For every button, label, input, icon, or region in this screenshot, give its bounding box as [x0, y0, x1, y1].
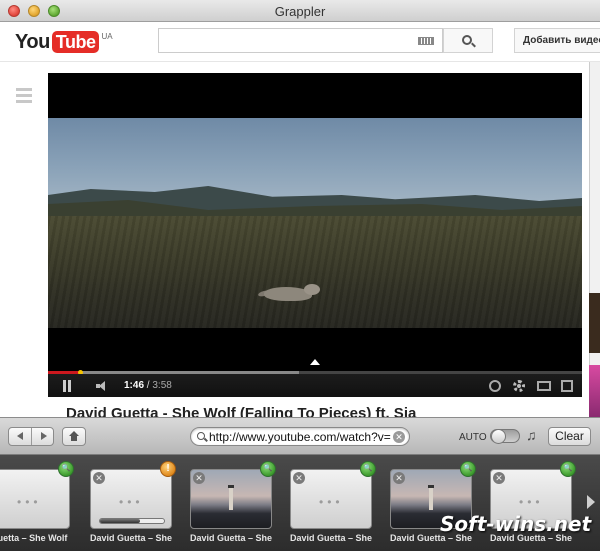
video-frame[interactable]: [48, 118, 582, 328]
forward-button[interactable]: [30, 428, 53, 445]
forward-arrow-icon: [40, 432, 47, 440]
inspect-badge-icon[interactable]: 🔍: [460, 461, 476, 477]
clear-button[interactable]: Clear: [548, 427, 591, 446]
download-item-label: David Guetta – She Wolf: [90, 533, 172, 543]
toggle-knob: [491, 429, 506, 444]
download-progress-fill: [100, 519, 140, 523]
download-item[interactable]: ••• ✕ 🔍 David Guetta – She Wolf: [290, 461, 376, 547]
download-progress-bar: [99, 518, 165, 524]
related-video-thumbnail[interactable]: [589, 365, 600, 417]
related-videos-strip: [589, 62, 600, 417]
back-button[interactable]: [9, 428, 31, 445]
clear-url-icon[interactable]: ✕: [393, 431, 405, 443]
grappler-window: Grappler You Tube UA Добавить видео 1:46…: [0, 0, 600, 551]
download-shelf: ••• 🔍 Guetta – She Wolf ••• ✕! David Guetta –…: [0, 455, 600, 551]
remove-item-icon[interactable]: ✕: [293, 472, 305, 484]
search-icon: [462, 35, 472, 45]
upload-video-button[interactable]: Добавить видео: [514, 28, 600, 53]
inspect-badge-icon[interactable]: 🔍: [58, 461, 74, 477]
history-nav: [8, 427, 54, 446]
grappler-toolbar: http://www.youtube.com/watch?v= ✕ AUTO ♫…: [0, 417, 600, 455]
download-item-label: Guetta – She Wolf: [0, 533, 68, 543]
title-bar: Grappler: [0, 0, 600, 22]
video-title: David Guetta - She Wolf (Falling To Piec…: [66, 405, 417, 417]
loading-dots-icon: •••: [119, 495, 144, 509]
download-item[interactable]: ••• ✕! David Guetta – She Wolf: [90, 461, 176, 547]
logo-tube-text: Tube: [51, 31, 100, 53]
download-item[interactable]: ••• 🔍 Guetta – She Wolf: [0, 461, 74, 547]
guide-menu-icon[interactable]: [16, 88, 32, 106]
youtube-search-input[interactable]: [158, 28, 443, 53]
related-video-thumbnail[interactable]: [589, 293, 600, 353]
loading-dots-icon: •••: [17, 495, 42, 509]
keyboard-icon[interactable]: [418, 37, 434, 45]
loading-dots-icon: •••: [319, 495, 344, 509]
theater-mode-icon[interactable]: [537, 381, 551, 391]
logo-region-text: UA: [101, 32, 113, 41]
home-icon: [69, 431, 79, 441]
seek-preview-icon: [310, 359, 320, 365]
lighthouse-thumbnail-image: [428, 485, 434, 510]
watermark: Soft-wins.net: [440, 512, 592, 536]
logo-you-text: You: [15, 30, 50, 53]
current-time: 1:46: [124, 380, 145, 391]
download-placeholder[interactable]: ••• ✕: [90, 469, 172, 529]
youtube-search-button[interactable]: [443, 28, 493, 53]
inspect-badge-icon[interactable]: 🔍: [360, 461, 376, 477]
inspect-badge-icon[interactable]: 🔍: [260, 461, 276, 477]
download-item[interactable]: ✕ 🔍 David Guetta – She Wolf: [190, 461, 276, 547]
fullscreen-icon[interactable]: [561, 380, 573, 392]
download-placeholder[interactable]: ••• ✕: [290, 469, 372, 529]
back-arrow-icon: [17, 432, 23, 440]
scroll-right-icon[interactable]: [587, 495, 595, 509]
video-wolf: [257, 283, 322, 303]
remove-item-icon[interactable]: ✕: [93, 472, 105, 484]
window-title: Grappler: [274, 4, 326, 19]
remove-item-icon[interactable]: ✕: [493, 472, 505, 484]
lighthouse-thumbnail-image: [228, 485, 234, 510]
sidebar-divider: [589, 62, 590, 417]
auto-label: AUTO: [459, 432, 487, 443]
download-item-label: David Guetta – She Wolf: [290, 533, 372, 543]
download-placeholder[interactable]: •••: [0, 469, 70, 529]
total-time: 3:58: [152, 380, 172, 391]
home-button[interactable]: [62, 427, 86, 446]
inspect-badge-icon[interactable]: 🔍: [560, 461, 576, 477]
video-player[interactable]: 1:46 / 3:58: [48, 73, 582, 397]
pause-icon[interactable]: [62, 380, 72, 392]
video-field-texture: [48, 216, 582, 328]
volume-icon[interactable]: [96, 381, 110, 391]
auto-toggle[interactable]: [490, 429, 520, 444]
url-text: http://www.youtube.com/watch?v=: [209, 430, 391, 444]
url-field[interactable]: http://www.youtube.com/watch?v= ✕: [190, 427, 410, 446]
remove-item-icon[interactable]: ✕: [193, 472, 205, 484]
music-note-icon[interactable]: ♫: [526, 427, 537, 443]
loading-dots-icon: •••: [519, 495, 544, 509]
download-thumbnail[interactable]: ✕: [190, 469, 272, 529]
remove-item-icon[interactable]: ✕: [393, 472, 405, 484]
youtube-header: You Tube UA Добавить видео: [0, 22, 600, 62]
warning-badge-icon[interactable]: !: [160, 461, 176, 477]
youtube-logo[interactable]: You Tube UA: [15, 30, 113, 54]
download-item-label: David Guetta – She Wolf: [190, 533, 272, 543]
watch-later-icon[interactable]: [489, 380, 501, 392]
url-search-icon: [197, 432, 205, 440]
settings-gear-icon[interactable]: [513, 380, 525, 392]
player-controls: 1:46 / 3:58: [48, 374, 582, 397]
time-display: 1:46 / 3:58: [124, 380, 172, 391]
